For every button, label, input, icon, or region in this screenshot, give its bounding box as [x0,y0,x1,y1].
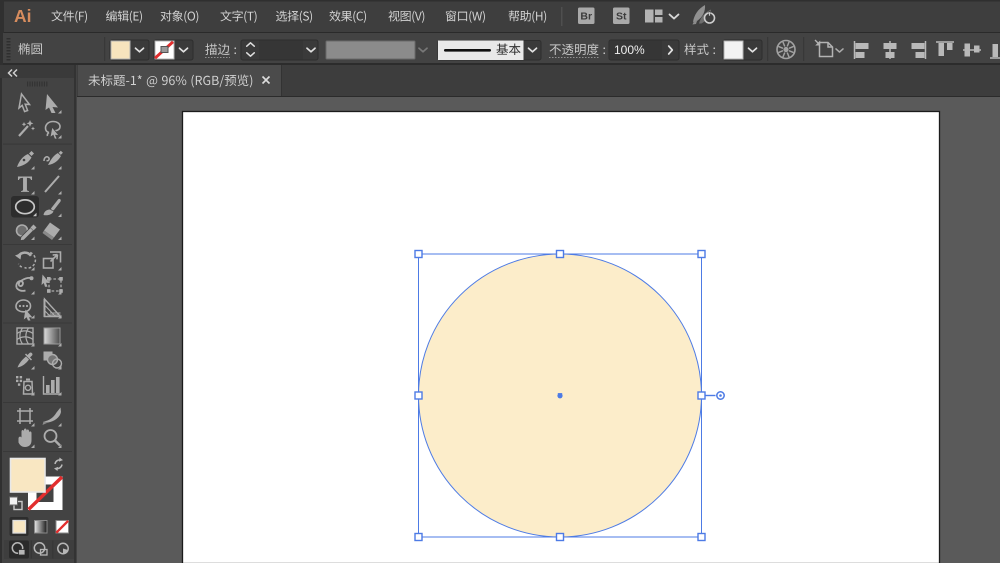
svg-text:Br: Br [580,11,592,23]
svg-text:100%: 100% [614,43,645,57]
svg-text:Ai: Ai [14,6,32,26]
svg-text:St: St [616,11,627,23]
